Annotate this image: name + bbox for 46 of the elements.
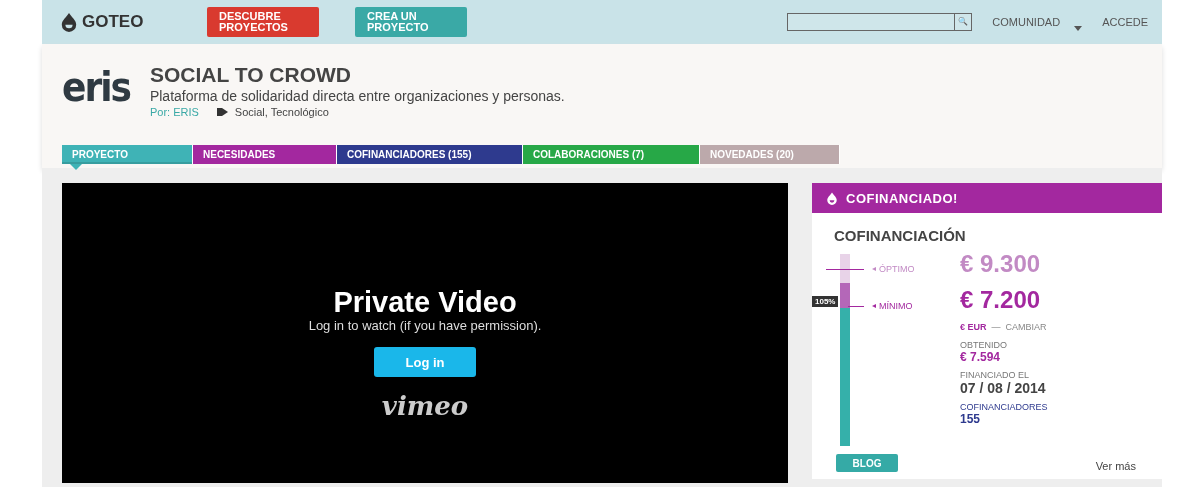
nav-button[interactable]: DESCUBRE PROYECTOS — [207, 7, 319, 37]
tab[interactable]: NECESIDADES — [193, 145, 337, 164]
video-title: Private Video — [333, 286, 517, 318]
site-logo[interactable]: GOTEO — [82, 12, 144, 32]
obtained-label: OBTENIDO — [960, 340, 1008, 350]
optimum-label: ÓPTIMO — [879, 264, 915, 274]
card-heading: COFINANCIACIÓN — [833, 226, 967, 244]
login-button[interactable]: Log in — [374, 347, 476, 377]
percent-badge: 105% — [812, 296, 839, 307]
nav-link[interactable]: ACCEDE — [1102, 16, 1148, 28]
pointer-icon — [872, 304, 876, 308]
project-logo: eris — [62, 64, 130, 110]
search-field[interactable]: 🔍 — [787, 13, 973, 31]
obtained-amount: € 7.594 — [960, 350, 1002, 364]
tab[interactable]: COLABORACIONES (7) — [523, 145, 700, 164]
drop-icon — [60, 12, 78, 32]
tab[interactable]: COFINANCIADORES (155) — [337, 145, 523, 164]
category-text: Social, Tecnológico — [234, 106, 329, 118]
project-subtitle: Plataforma de solidaridad directa entre organizaciones y personas. — [149, 88, 565, 104]
nav-button[interactable]: CREA UN PROYECTO — [355, 7, 467, 37]
funded-label: FINANCIADO EL — [960, 370, 1030, 380]
search-button[interactable]: 🔍 — [954, 14, 972, 30]
nav-link[interactable]: COMUNIDAD — [992, 16, 1061, 28]
funded-date: 07 / 08 / 2014 — [960, 380, 1047, 396]
currency-text: € EUR — [960, 322, 987, 332]
gauge-tick — [848, 306, 864, 307]
caret-icon[interactable] — [1074, 25, 1083, 31]
gauge-tick — [826, 269, 864, 270]
video-brand: vimeo — [381, 391, 469, 421]
minimum-label: MÍNIMO — [879, 301, 913, 311]
separator-text: — — [991, 322, 1001, 332]
tab-pointer-icon — [70, 164, 82, 170]
video-message: Log in to watch (if you have permission). — [308, 318, 542, 333]
backers-count: 155 — [960, 412, 982, 426]
blog-button[interactable]: BLOG — [836, 454, 898, 472]
backers-label: COFINANCIADORES — [960, 402, 1048, 412]
change-link[interactable]: CAMBIAR — [1005, 322, 1047, 332]
author-link[interactable]: Por: ERIS — [149, 106, 199, 118]
tag-icon — [216, 107, 229, 117]
pointer-icon — [872, 267, 876, 271]
banner-text: COFINANCIADO! — [846, 190, 958, 206]
drop-icon — [826, 191, 838, 205]
more-link[interactable]: Ver más — [1095, 460, 1136, 472]
optimum-amount: € 9.300 — [960, 249, 1042, 279]
project-title: SOCIAL TO CROWD — [149, 64, 352, 86]
minimum-amount: € 7.200 — [960, 285, 1042, 315]
